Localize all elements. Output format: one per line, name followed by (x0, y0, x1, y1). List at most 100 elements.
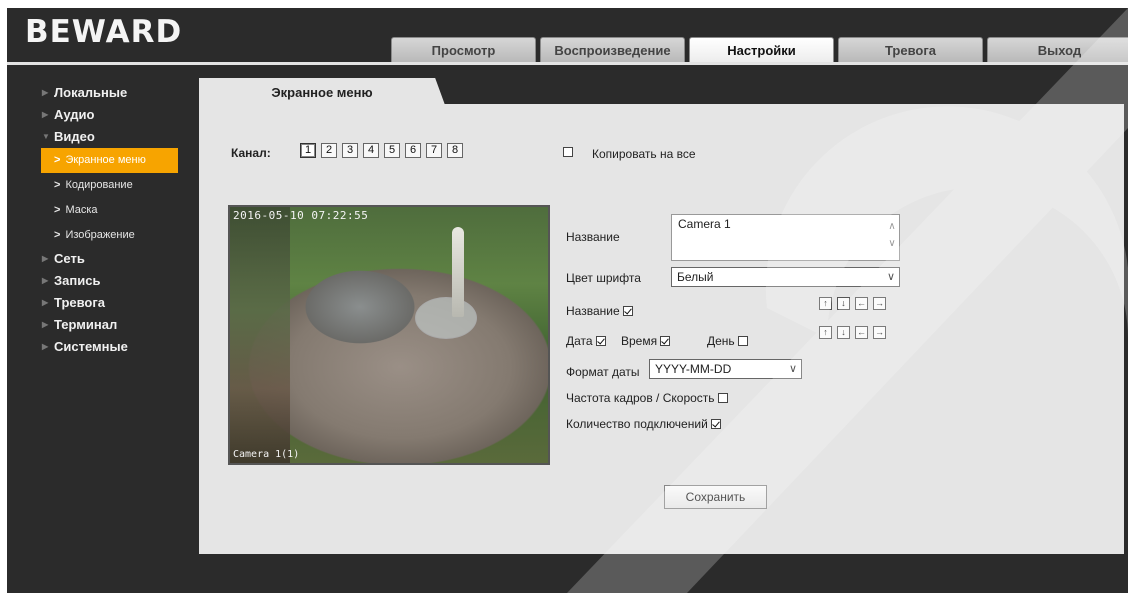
tab-playback[interactable]: Воспроизведение (540, 37, 685, 63)
scroll-down-icon: ∨ (888, 238, 896, 249)
copy-all-label: Копировать на все (592, 147, 696, 161)
channel-button-6[interactable]: 6 (405, 143, 421, 158)
triangle-down-icon: ▼ (42, 132, 50, 141)
tab-view[interactable]: Просмотр (391, 37, 536, 63)
name-move-down-button[interactable]: ↓ (837, 297, 850, 310)
sidebar-item-network[interactable]: ▶ Сеть (7, 248, 192, 270)
sidebar-item-label: Запись (54, 273, 101, 288)
font-color-value: Белый (677, 270, 714, 284)
datetime-move-up-button[interactable]: ↑ (819, 326, 832, 339)
sidebar-item-system[interactable]: ▶ Системные (7, 336, 192, 358)
sidebar-item-local[interactable]: ▶ Локальные (7, 82, 192, 104)
date-checkbox[interactable] (595, 336, 606, 346)
channel-button-4[interactable]: 4 (363, 143, 379, 158)
tab-alarm[interactable]: Тревога (838, 37, 983, 63)
sidebar-item-label: Системные (54, 339, 128, 354)
sidebar-item-video[interactable]: ▼ Видео (7, 126, 192, 148)
sidebar-item-label: Локальные (54, 85, 128, 100)
name-move-up-button[interactable]: ↑ (819, 297, 832, 310)
connections-row: Количество подключений (566, 417, 721, 431)
chevron-down-icon: ∨ (788, 363, 797, 375)
preview-scene-umbrella (452, 227, 464, 317)
date-row: Дата (566, 334, 606, 348)
triangle-right-icon: ▶ (42, 88, 49, 97)
datetime-move-right-button[interactable]: → (873, 326, 886, 339)
triangle-right-icon: ▶ (42, 110, 49, 119)
sidebar-item-terminal[interactable]: ▶ Терминал (7, 314, 192, 336)
sidebar-item-label: Аудио (54, 107, 95, 122)
channel-button-3[interactable]: 3 (342, 143, 358, 158)
triangle-right-icon: ▶ (42, 254, 49, 263)
time-label: Время (621, 334, 658, 348)
channel-button-2[interactable]: 2 (321, 143, 337, 158)
sidebar-item-label: Видео (54, 129, 95, 144)
content-tab-osd[interactable]: Экранное меню (199, 78, 445, 105)
triangle-right-icon: ▶ (42, 276, 49, 285)
tab-settings[interactable]: Настройки (689, 37, 834, 63)
day-label: День (707, 334, 735, 348)
sidebar-subitem-label: Экранное меню (65, 154, 146, 166)
sidebar-item-label: Тревога (54, 295, 106, 310)
save-button[interactable]: Сохранить (664, 485, 767, 509)
channel-label: Канал: (231, 146, 271, 160)
triangle-right-icon: ▶ (42, 342, 49, 351)
tab-logout[interactable]: Выход (987, 37, 1128, 63)
name-move-right-button[interactable]: → (873, 297, 886, 310)
header-divider (7, 62, 1128, 65)
triangle-right-icon: ▶ (42, 320, 49, 329)
channel-button-5[interactable]: 5 (384, 143, 400, 158)
show-name-checkbox[interactable] (622, 306, 633, 316)
fps-label: Частота кадров / Скорость (566, 391, 715, 405)
date-format-label: Формат даты (566, 365, 640, 379)
datetime-move-left-button[interactable]: ← (855, 326, 868, 339)
date-label: Дата (566, 334, 593, 348)
channel-button-7[interactable]: 7 (426, 143, 442, 158)
sidebar-subitem-osd[interactable]: > Экранное меню (41, 148, 178, 173)
day-row: День (707, 334, 748, 348)
app-window: BEWARD Просмотр Воспроизведение Настройк… (7, 8, 1128, 593)
sidebar-subitem-label: Кодирование (65, 179, 133, 191)
osd-timestamp: 2016-05-10 07:22:55 (233, 209, 369, 222)
camera-preview: 2016-05-10 07:22:55 Camera 1(1) (228, 205, 550, 465)
date-format-value: YYYY-MM-DD (655, 362, 732, 376)
fps-row: Частота кадров / Скорость (566, 391, 728, 405)
channel-button-8[interactable]: 8 (447, 143, 463, 158)
name-label: Название (566, 230, 620, 244)
day-checkbox[interactable] (737, 336, 748, 346)
name-value: Camera 1 (678, 217, 731, 231)
triangle-right-icon: ▶ (42, 298, 49, 307)
chevron-right-icon: > (54, 204, 61, 216)
font-color-label: Цвет шрифта (566, 271, 641, 285)
sidebar-subitem-image[interactable]: > Изображение (7, 223, 192, 248)
sidebar-subitem-mask[interactable]: > Маска (7, 198, 192, 223)
name-move-left-button[interactable]: ← (855, 297, 868, 310)
connections-label: Количество подключений (566, 417, 708, 431)
top-nav-tabs: Просмотр Воспроизведение Настройки Трево… (391, 37, 1128, 63)
preview-scene-table (415, 297, 477, 339)
time-checkbox[interactable] (660, 336, 671, 346)
connections-checkbox[interactable] (710, 419, 721, 429)
chevron-right-icon: > (54, 229, 61, 241)
datetime-move-down-button[interactable]: ↓ (837, 326, 850, 339)
font-color-select[interactable]: Белый ∨ (671, 267, 900, 287)
name-textarea[interactable]: Camera 1 ∧ ∨ (671, 214, 900, 261)
chevron-down-icon: ∨ (886, 271, 895, 283)
channel-button-1[interactable]: 1 (300, 143, 316, 158)
scrollbar[interactable]: ∧ ∨ (887, 218, 897, 252)
sidebar-subitem-encoding[interactable]: > Кодирование (7, 173, 192, 198)
sidebar-item-label: Терминал (54, 317, 118, 332)
date-format-select[interactable]: YYYY-MM-DD ∨ (649, 359, 802, 379)
sidebar-item-label: Сеть (54, 251, 85, 266)
show-name-row: Название (566, 304, 633, 318)
time-row: Время (621, 334, 671, 348)
beward-logo: BEWARD (25, 14, 183, 50)
sidebar-item-record[interactable]: ▶ Запись (7, 270, 192, 292)
copy-all-checkbox[interactable] (563, 147, 573, 157)
fps-checkbox[interactable] (717, 393, 728, 403)
chevron-right-icon: > (54, 154, 61, 166)
sidebar-item-alarm[interactable]: ▶ Тревога (7, 292, 192, 314)
scroll-up-icon: ∧ (888, 221, 896, 232)
sidebar-item-audio[interactable]: ▶ Аудио (7, 104, 192, 126)
sidebar-subitem-label: Изображение (65, 229, 135, 241)
show-name-label: Название (566, 304, 620, 318)
